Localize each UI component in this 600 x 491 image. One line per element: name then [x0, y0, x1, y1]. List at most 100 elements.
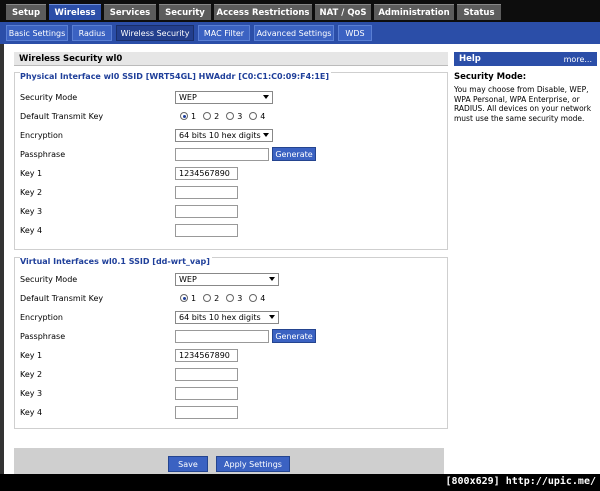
radio-icon[interactable] — [249, 294, 258, 302]
key1-row: Key 1 1234567890 — [20, 166, 440, 180]
encryption-select[interactable]: 64 bits 10 hex digits — [175, 310, 279, 324]
transmit-key-label: Default Transmit Key — [20, 293, 104, 303]
radio-label: 2 — [214, 293, 220, 303]
chevron-down-icon — [269, 314, 275, 319]
tab-services[interactable]: Services — [104, 4, 156, 20]
radio-label: 1 — [191, 111, 197, 121]
transmit-key-row: Default Transmit Key 1 2 3 4 — [20, 291, 440, 305]
tab-nat-qos[interactable]: NAT / QoS — [315, 4, 371, 20]
security-mode-row: Security Mode WEP — [20, 272, 440, 286]
transmit-key-option-2[interactable]: 2 — [203, 112, 219, 121]
footer-bar: Save Apply Settings — [14, 448, 444, 474]
key4-input[interactable] — [175, 223, 238, 237]
key4-row: Key 4 — [20, 405, 440, 419]
key3-row: Key 3 — [20, 204, 440, 218]
tab-status[interactable]: Status — [457, 4, 501, 20]
transmit-key-label: Default Transmit Key — [20, 111, 104, 121]
subtab-basic-settings[interactable]: Basic Settings — [6, 25, 68, 41]
help-text: You may choose from Disable, WEP, WPA Pe… — [454, 85, 592, 123]
key2-label: Key 2 — [20, 369, 43, 379]
subtab-wireless-security[interactable]: Wireless Security — [116, 25, 194, 41]
transmit-key-option-1[interactable]: 1 — [180, 112, 196, 121]
tab-access-restrictions[interactable]: Access Restrictions — [214, 4, 312, 20]
key3-label: Key 3 — [20, 206, 43, 216]
help-header: Help more... — [454, 52, 597, 66]
passphrase-input[interactable] — [175, 329, 269, 343]
tab-setup[interactable]: Setup — [6, 4, 46, 20]
generate-button[interactable]: Generate — [272, 147, 316, 161]
radio-icon[interactable] — [203, 112, 212, 120]
tab-wireless[interactable]: Wireless — [49, 4, 101, 20]
key3-input[interactable] — [175, 204, 238, 218]
virtual-interface-group: Virtual Interfaces wl0.1 SSID [dd-wrt_va… — [14, 257, 448, 429]
chevron-down-icon — [269, 276, 275, 281]
encryption-value: 64 bits 10 hex digits — [179, 312, 261, 322]
key1-input[interactable]: 1234567890 — [175, 166, 238, 180]
sub-tab-bar: Basic Settings Radius Wireless Security … — [0, 22, 600, 44]
passphrase-row: Passphrase Generate — [20, 147, 440, 161]
generate-button[interactable]: Generate — [272, 329, 316, 343]
passphrase-input[interactable] — [175, 147, 269, 161]
transmit-key-radios: 1 2 3 4 — [180, 112, 272, 121]
encryption-row: Encryption 64 bits 10 hex digits — [20, 310, 440, 324]
passphrase-label: Passphrase — [20, 331, 66, 341]
radio-label: 4 — [260, 293, 266, 303]
key3-label: Key 3 — [20, 388, 43, 398]
security-mode-label: Security Mode — [20, 274, 78, 284]
top-tab-bar: Setup Wireless Services Security Access … — [0, 0, 600, 22]
encryption-row: Encryption 64 bits 10 hex digits — [20, 128, 440, 142]
physical-interface-legend: Physical Interface wl0 SSID [WRT54GL] HW… — [20, 72, 332, 81]
security-mode-select[interactable]: WEP — [175, 272, 279, 286]
physical-interface-group: Physical Interface wl0 SSID [WRT54GL] HW… — [14, 72, 448, 250]
subtab-mac-filter[interactable]: MAC Filter — [198, 25, 250, 41]
key2-input[interactable] — [175, 367, 238, 381]
subtab-advanced-settings[interactable]: Advanced Settings — [254, 25, 334, 41]
key2-input[interactable] — [175, 185, 238, 199]
radio-selected-icon[interactable] — [180, 112, 188, 120]
subtab-radius[interactable]: Radius — [72, 25, 112, 41]
key1-row: Key 1 1234567890 — [20, 348, 440, 362]
help-more-link[interactable]: more... — [564, 55, 592, 64]
radio-selected-icon[interactable] — [180, 294, 188, 302]
transmit-key-option-4[interactable]: 4 — [249, 112, 265, 121]
transmit-key-option-2[interactable]: 2 — [203, 294, 219, 303]
passphrase-label: Passphrase — [20, 149, 66, 159]
transmit-key-option-3[interactable]: 3 — [226, 294, 242, 303]
key2-row: Key 2 — [20, 367, 440, 381]
key1-label: Key 1 — [20, 350, 43, 360]
radio-label: 4 — [260, 111, 266, 121]
radio-icon[interactable] — [226, 112, 235, 120]
key3-input[interactable] — [175, 386, 238, 400]
radio-label: 3 — [237, 293, 243, 303]
security-mode-value: WEP — [179, 92, 197, 102]
key2-row: Key 2 — [20, 185, 440, 199]
section-title: Wireless Security wl0 — [14, 52, 448, 66]
key2-label: Key 2 — [20, 187, 43, 197]
tab-security[interactable]: Security — [159, 4, 211, 20]
tab-administration[interactable]: Administration — [374, 4, 454, 20]
security-mode-row: Security Mode WEP — [20, 90, 440, 104]
key1-label: Key 1 — [20, 168, 43, 178]
security-mode-select[interactable]: WEP — [175, 90, 273, 104]
transmit-key-option-4[interactable]: 4 — [249, 294, 265, 303]
help-title: Help — [459, 54, 481, 64]
transmit-key-option-3[interactable]: 3 — [226, 112, 242, 121]
radio-icon[interactable] — [249, 112, 258, 120]
watermark: [800x629] http://upic.me/ — [445, 476, 596, 487]
help-heading: Security Mode: — [454, 72, 527, 82]
subtab-wds[interactable]: WDS — [338, 25, 372, 41]
encryption-select[interactable]: 64 bits 10 hex digits — [175, 128, 273, 142]
radio-icon[interactable] — [226, 294, 235, 302]
radio-icon[interactable] — [203, 294, 212, 302]
radio-label: 2 — [214, 111, 220, 121]
virtual-interface-legend: Virtual Interfaces wl0.1 SSID [dd-wrt_va… — [20, 257, 212, 266]
chevron-down-icon — [263, 94, 269, 99]
encryption-label: Encryption — [20, 312, 63, 322]
key1-input[interactable]: 1234567890 — [175, 348, 238, 362]
chevron-down-icon — [263, 132, 269, 137]
key3-row: Key 3 — [20, 386, 440, 400]
key4-input[interactable] — [175, 405, 238, 419]
transmit-key-option-1[interactable]: 1 — [180, 294, 196, 303]
save-button[interactable]: Save — [168, 456, 208, 472]
apply-settings-button[interactable]: Apply Settings — [216, 456, 290, 472]
